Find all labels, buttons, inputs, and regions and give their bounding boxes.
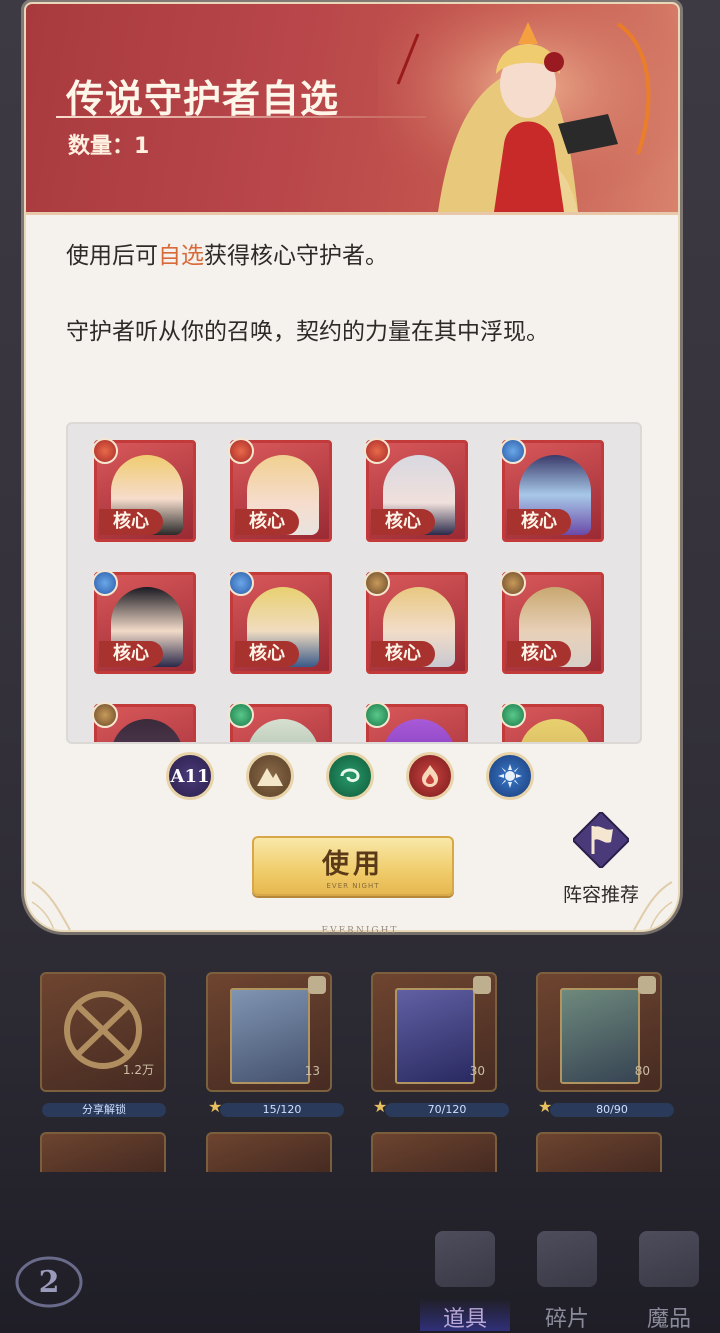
mountain-icon: [257, 768, 283, 786]
puzzle-icon: [473, 976, 491, 994]
tab-fragments[interactable]: 碎片: [522, 1225, 612, 1333]
filter-wind-button[interactable]: [326, 752, 374, 800]
cube-icon: [639, 1231, 699, 1287]
background-inventory: 1.2万 分享解锁 13 ★ 15/120 30 ★ 70/120 80 ★ 80/9…: [30, 960, 690, 1220]
inventory-count: 80: [634, 1064, 650, 1078]
brand-footer: EVERNIGHT: [321, 926, 399, 936]
core-tag: 核心: [99, 641, 163, 667]
item-count: 数量：1: [68, 134, 150, 159]
tab-magic[interactable]: 魔品: [624, 1225, 714, 1333]
inventory-card[interactable]: [40, 1132, 166, 1172]
element-filter: A11: [166, 752, 546, 804]
hero-portrait: [519, 719, 591, 742]
inventory-bar: ★ 15/120: [208, 1099, 344, 1117]
bottom-nav: 2: [0, 1220, 720, 1333]
fire-element-icon: [92, 438, 118, 464]
snowflake-icon: [498, 764, 522, 788]
inventory-count: 1.2万: [122, 1063, 154, 1077]
game-logo-icon: 2: [15, 1256, 83, 1308]
puzzle-icon: [308, 976, 326, 994]
corner-ornament: [31, 881, 71, 930]
inventory-count: 30: [469, 1064, 485, 1078]
inventory-count: 13: [304, 1064, 320, 1078]
hero-portrait: [111, 719, 183, 742]
hero-portrait: [383, 719, 455, 742]
hero-illustration: [378, 4, 678, 212]
earth-element-icon: [364, 570, 390, 596]
title-divider: [56, 116, 426, 118]
ice-element-icon: [228, 570, 254, 596]
star-icon: ★: [373, 1097, 388, 1116]
inventory-card[interactable]: [206, 1132, 332, 1172]
tab-label: 魔品: [646, 1307, 691, 1332]
flag-icon: [571, 810, 631, 870]
corner-ornament: [633, 881, 673, 930]
inventory-card[interactable]: 30: [371, 972, 497, 1092]
star-icon: ★: [538, 1097, 553, 1116]
filter-earth-button[interactable]: [246, 752, 294, 800]
wind-icon: [340, 768, 360, 783]
tab-items[interactable]: 道具: [420, 1225, 510, 1333]
star-icon: ★: [208, 1097, 223, 1116]
tab-label: 道具: [442, 1307, 487, 1332]
popup-title: 传说守护者自选: [66, 76, 340, 121]
earth-element-icon: [500, 570, 526, 596]
inventory-bar: ★ 80/90: [538, 1099, 674, 1117]
use-button[interactable]: 使用 EVER NIGHT: [252, 836, 454, 896]
button-subtext: EVER NIGHT: [326, 882, 380, 890]
core-tag: 核心: [235, 641, 299, 667]
inventory-bar: ★ 70/120: [373, 1099, 509, 1117]
svg-text:2: 2: [39, 1265, 60, 1300]
wind-element-icon: [500, 702, 526, 728]
puzzle-icon: [638, 976, 656, 994]
core-tag: 核心: [371, 509, 435, 535]
hero-portrait: [247, 719, 319, 742]
fire-element-icon: [228, 438, 254, 464]
wind-element-icon: [364, 702, 390, 728]
ice-element-icon: [500, 438, 526, 464]
core-tag: 核心: [371, 641, 435, 667]
inventory-card[interactable]: 1.2万: [40, 972, 166, 1092]
selection-popup: 传说守护者自选 数量：1 使用后可自选获得核心守护者。 守护者听从你的召唤，契约…: [24, 2, 680, 932]
ice-element-icon: [92, 570, 118, 596]
core-tag: 核心: [235, 509, 299, 535]
earth-element-icon: [92, 702, 118, 728]
items-icon: [435, 1231, 495, 1287]
filter-all-button[interactable]: A11: [166, 752, 214, 800]
card-art: [230, 988, 310, 1084]
core-tag: 核心: [99, 509, 163, 535]
core-tag: 核心: [507, 509, 571, 535]
popup-header: 传说守护者自选 数量：1: [26, 4, 678, 215]
tab-label: 碎片: [544, 1307, 589, 1332]
card-art: [395, 988, 475, 1084]
puzzle-icon: [537, 1231, 597, 1287]
inventory-card[interactable]: 80: [536, 972, 662, 1092]
core-tag: 核心: [507, 641, 571, 667]
filter-fire-button[interactable]: [406, 752, 454, 800]
flame-icon: [422, 765, 438, 787]
inventory-card[interactable]: [371, 1132, 497, 1172]
inventory-bar: 分享解锁: [42, 1103, 166, 1117]
description: 使用后可自选获得核心守护者。: [66, 243, 388, 269]
fire-element-icon: [364, 438, 390, 464]
card-art: [560, 988, 640, 1084]
flavor-text: 守护者听从你的召唤，契约的力量在其中浮现。: [66, 319, 549, 345]
wind-element-icon: [228, 702, 254, 728]
hero-grid[interactable]: 核心 核心 核心 核心 核心 核心 核心 核心: [66, 422, 642, 744]
highlight-text: 自选: [158, 243, 204, 269]
filter-ice-button[interactable]: [486, 752, 534, 800]
inventory-card[interactable]: 13: [206, 972, 332, 1092]
inventory-card[interactable]: [536, 1132, 662, 1172]
